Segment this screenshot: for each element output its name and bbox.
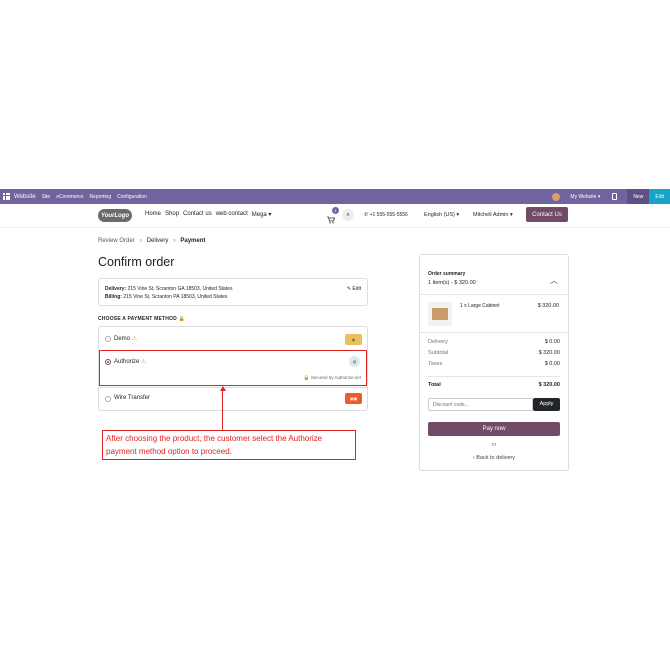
product-price: $ 320.00 xyxy=(537,303,559,309)
pay-now-button[interactable]: Pay now xyxy=(428,422,560,436)
payment-option-wire-transfer[interactable]: Wire Transfer ▣▣ xyxy=(98,388,368,411)
nav-mega[interactable]: Mega ▾ xyxy=(252,211,272,218)
demo-provider-logo: ◉ xyxy=(345,334,362,345)
website-selector[interactable]: My Website ▾ xyxy=(570,194,600,200)
summary-row-total: Total $ 320.00 xyxy=(428,382,560,388)
nav-home[interactable]: Home xyxy=(145,211,161,218)
divider xyxy=(420,332,568,333)
nav-shop[interactable]: Shop xyxy=(165,211,179,218)
order-summary-card: Order summary 1 item(s) - $ 320.00 ︿ 1 x… xyxy=(419,254,569,471)
annotation-callout: After choosing the product, the customer… xyxy=(102,430,356,460)
site-logo[interactable]: YourLogo xyxy=(98,209,132,222)
cart-count-badge: 1 xyxy=(332,207,339,214)
phone-link[interactable]: ✆ +1 555-555-5556 xyxy=(364,212,408,218)
new-button[interactable]: New xyxy=(627,189,650,204)
contact-us-button[interactable]: Contact Us xyxy=(526,207,568,222)
payment-option-demo[interactable]: Demo ⚠ ◉ xyxy=(98,326,368,351)
page-title: Confirm order xyxy=(98,255,175,269)
chevron-up-icon[interactable]: ︿ xyxy=(550,275,558,286)
pencil-icon: ✎ xyxy=(346,286,351,292)
site-header: YourLogo Home Shop Contact us web contac… xyxy=(0,204,670,228)
wire-transfer-logo: ▣▣ xyxy=(345,393,362,404)
delivery-address: 215 Vine St, Scranton GA 18503, United S… xyxy=(127,286,233,292)
checkout-breadcrumb: Review Order › Delivery › Payment xyxy=(98,238,205,244)
product-name: 1 x Large Cabinet xyxy=(460,303,500,309)
admin-menu-reporting[interactable]: Reporting xyxy=(89,194,111,200)
admin-navbar: Website Site eCommerce Reporting Configu… xyxy=(0,189,670,204)
back-to-delivery-link[interactable]: ‹ Back to delivery xyxy=(420,455,568,461)
billing-address: 215 Vine St, Scranton PA 18503, United S… xyxy=(123,294,228,300)
delivery-label: Delivery: xyxy=(105,286,127,292)
apply-discount-button[interactable]: Apply xyxy=(533,398,560,411)
or-separator: or xyxy=(491,442,497,448)
summary-row-subtotal: Subtotal $ 320.00 xyxy=(428,350,560,356)
wire-transfer-radio[interactable] xyxy=(105,396,111,402)
chevron-right-icon: › xyxy=(139,238,142,244)
warning-icon: ⚠ xyxy=(131,336,138,342)
product-image xyxy=(428,302,452,326)
nav-web-contact[interactable]: web contact xyxy=(216,211,248,218)
payment-method-title: CHOOSE A PAYMENT METHOD 🔒 xyxy=(98,316,185,322)
user-menu[interactable]: Mitchell Admin ▾ xyxy=(473,212,513,218)
demo-label: Demo ⚠ xyxy=(114,336,138,342)
cart-icon[interactable]: 1 xyxy=(327,207,339,224)
order-summary-title: Order summary xyxy=(428,271,466,277)
wire-transfer-label: Wire Transfer xyxy=(114,395,151,401)
mobile-preview-icon[interactable] xyxy=(612,193,618,200)
nav-contact-us[interactable]: Contact us xyxy=(183,211,212,218)
annotation-arrow-line xyxy=(222,388,223,430)
breadcrumb-payment: Payment xyxy=(180,238,206,244)
lock-icon: 🔒 xyxy=(178,316,185,322)
divider xyxy=(420,294,568,295)
discount-code-input[interactable] xyxy=(428,398,533,411)
chevron-right-icon: › xyxy=(173,238,176,244)
address-box: Delivery: 215 Vine St, Scranton GA 18503… xyxy=(98,278,368,306)
summary-row-delivery: Delivery $ 0.00 xyxy=(428,339,560,345)
admin-menu-ecommerce[interactable]: eCommerce xyxy=(56,194,83,200)
admin-menu-site[interactable]: Site xyxy=(42,194,51,200)
annotation-highlight-box xyxy=(99,350,367,386)
billing-label: Billing: xyxy=(105,294,122,300)
order-summary-subtitle: 1 item(s) - $ 320.00 xyxy=(428,280,476,286)
apps-grid-icon[interactable] xyxy=(3,193,10,200)
admin-brand[interactable]: Website xyxy=(14,194,36,200)
language-selector[interactable]: English (US) ▾ xyxy=(424,212,459,218)
user-avatar[interactable] xyxy=(552,192,561,201)
edit-address-link[interactable]: ✎ Edit xyxy=(347,285,361,293)
divider xyxy=(428,376,560,377)
summary-row-taxes: Taxes $ 0.00 xyxy=(428,361,560,367)
breadcrumb-review-order[interactable]: Review Order xyxy=(98,238,135,244)
edit-button[interactable]: Edit xyxy=(649,189,670,204)
phone-icon: ✆ xyxy=(364,212,369,218)
main-nav: Home Shop Contact us web contact Mega ▾ xyxy=(145,211,271,218)
admin-menu-configuration[interactable]: Configuration xyxy=(117,194,147,200)
demo-radio[interactable] xyxy=(105,336,111,342)
breadcrumb-delivery[interactable]: Delivery xyxy=(147,238,169,244)
search-icon[interactable]: ⌕ xyxy=(342,209,354,221)
chevron-left-icon: ‹ xyxy=(472,455,475,461)
